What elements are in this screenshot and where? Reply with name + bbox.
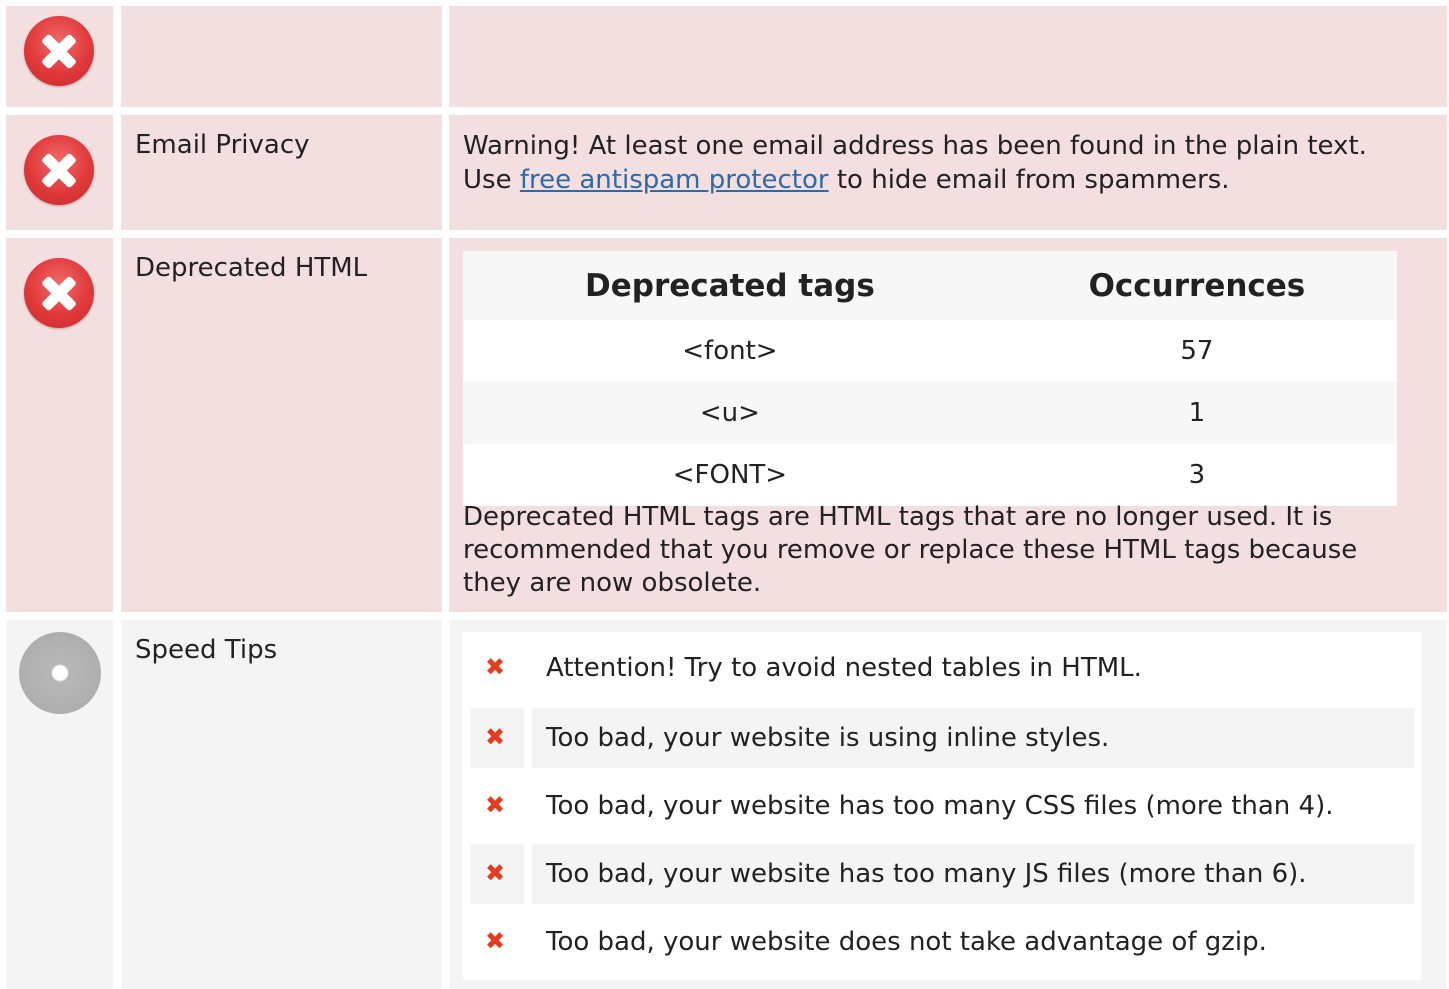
tip-text: Too bad, your website has too many JS fi…	[546, 859, 1307, 889]
deprecated-note: Deprecated HTML tags are HTML tags that …	[463, 502, 1358, 598]
result-row-deprecated-html: Deprecated HTML Deprecated tags Occurren…	[6, 238, 1447, 612]
column-header-occurrences: Occurrences	[996, 251, 1397, 320]
result-row-empty	[6, 6, 1447, 107]
label-cell: Deprecated HTML	[121, 238, 442, 612]
error-icon	[24, 135, 94, 205]
speed-tips-list: ✖ Attention! Try to avoid nested tables …	[463, 632, 1421, 980]
body-cell	[449, 6, 1447, 107]
deprecated-tags-table: Deprecated tags Occurrences <font> 57 <u…	[463, 251, 1397, 506]
label-cell	[121, 6, 442, 107]
list-item: ✖ Attention! Try to avoid nested tables …	[470, 638, 1414, 698]
tip-text: Too bad, your website is using inline st…	[546, 723, 1110, 753]
result-row-speed-tips: Speed Tips ✖ Attention! Try to avoid nes…	[6, 620, 1447, 989]
result-row-email-privacy: Email Privacy Warning! At least one emai…	[6, 115, 1447, 230]
table-row: <u> 1	[463, 382, 1397, 444]
status-cell	[6, 6, 113, 107]
email-warning-text: Warning! At least one email address has …	[463, 129, 1417, 197]
x-mark-icon: ✖	[484, 791, 506, 819]
list-item: ✖ Too bad, your website is using inline …	[470, 708, 1414, 768]
x-mark-icon: ✖	[484, 723, 506, 751]
table-header-row: Deprecated tags Occurrences	[463, 251, 1397, 320]
x-mark-icon: ✖	[484, 927, 506, 955]
antispam-protector-link[interactable]: free antispam protector	[520, 165, 829, 195]
status-cell	[6, 115, 113, 230]
count-cell: 1	[996, 382, 1397, 444]
count-cell: 3	[996, 444, 1397, 506]
row-label: Deprecated HTML	[135, 253, 368, 283]
list-item: ✖ Too bad, your website does not take ad…	[470, 912, 1414, 972]
list-item: ✖ Too bad, your website has too many CSS…	[470, 776, 1414, 836]
status-cell	[6, 620, 113, 989]
list-item: ✖ Too bad, your website has too many JS …	[470, 844, 1414, 904]
tag-cell: <font>	[463, 320, 997, 382]
error-icon	[24, 258, 94, 328]
body-cell: ✖ Attention! Try to avoid nested tables …	[449, 620, 1447, 989]
warning-suffix: to hide email from spammers.	[828, 165, 1230, 195]
neutral-status-icon	[19, 632, 101, 714]
tag-cell: <FONT>	[463, 444, 997, 506]
tip-text: Too bad, your website does not take adva…	[546, 927, 1267, 957]
label-cell: Speed Tips	[121, 620, 442, 989]
body-cell: Deprecated tags Occurrences <font> 57 <u…	[449, 238, 1447, 612]
x-mark-icon: ✖	[484, 653, 506, 681]
error-icon	[24, 16, 94, 86]
count-cell: 57	[996, 320, 1397, 382]
tip-text: Too bad, your website has too many CSS f…	[546, 791, 1334, 821]
status-cell	[6, 238, 113, 612]
tag-cell: <u>	[463, 382, 997, 444]
column-header-tags: Deprecated tags	[463, 251, 997, 320]
body-cell: Warning! At least one email address has …	[449, 115, 1447, 230]
table-row: <font> 57	[463, 320, 1397, 382]
label-cell: Email Privacy	[121, 115, 442, 230]
x-mark-icon: ✖	[484, 859, 506, 887]
row-label: Email Privacy	[135, 130, 310, 160]
table-row: <FONT> 3	[463, 444, 1397, 506]
tip-text: Attention! Try to avoid nested tables in…	[546, 653, 1142, 683]
row-label: Speed Tips	[135, 635, 278, 665]
